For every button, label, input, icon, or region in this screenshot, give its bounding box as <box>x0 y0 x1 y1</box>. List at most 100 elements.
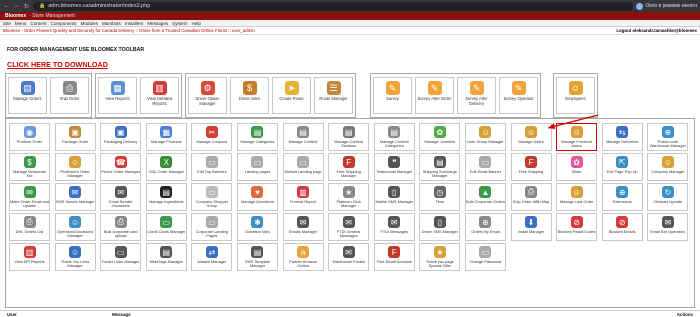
shortcut-manage-content-categories[interactable]: ▤ Manage Content Categories <box>373 123 415 151</box>
shortcut-orders-by-email[interactable]: ⊕ Orders By Email <box>464 213 506 241</box>
shortcut-manage-last-order[interactable]: ☺ Manage Last Order <box>556 183 598 211</box>
shortcut-sms-template-manager[interactable]: ▤ SMS Template Manager <box>236 243 278 271</box>
shortcut-survey-after-order[interactable]: ✎ Survey After Order <box>415 77 454 114</box>
shortcut-manage-deliveries[interactable]: ⇆ Manage Deliveries <box>601 123 643 151</box>
shortcut-company-manager[interactable]: ☺ Company Manager <box>647 153 689 181</box>
menu-item-site[interactable]: Site <box>3 20 11 26</box>
menu-item-menu[interactable]: Menu <box>15 20 27 26</box>
shortcut-manage-donations[interactable]: ♥ Manage Donations <box>236 183 278 211</box>
shortcut-bulk-corporate-card-upload[interactable]: ⎙ Bulk corporate card upload <box>100 213 142 241</box>
shortcut-driver-rates[interactable]: $ Driver rates <box>230 77 269 114</box>
shortcut-dhl-orders-list[interactable]: ⎙ DHL Orders List <box>9 213 50 241</box>
shortcut-driver-sms-manager[interactable]: ▯ Driver SMS Manager <box>419 213 461 241</box>
shortcut-sms-sender-manager[interactable]: ✉ SMS Sender Manager <box>54 183 96 211</box>
shortcut-phone-order-manager[interactable]: ☎ Phone Order Manager <box>100 153 142 181</box>
address-bar[interactable]: 🔒 adm.bloomex.ca/administrator/index2.ph… <box>33 1 633 11</box>
shortcut-time[interactable]: ◷ Time <box>419 183 461 211</box>
shortcut-employees[interactable]: ☺ Employees <box>556 77 595 114</box>
shortcut-create-route[interactable]: ➤ Create Route <box>272 77 311 114</box>
shortcut-manage-frontend-users[interactable]: ☺ Manage Frontend Users <box>556 123 598 151</box>
shortcut-user-group-manager[interactable]: ☺ User Group Manager <box>464 123 506 151</box>
shortcut-ftdi-messages[interactable]: ✉ FTDI Messages <box>373 213 415 241</box>
reload-icon[interactable]: ↻ <box>23 3 30 10</box>
shortcut-free-shipping-manager[interactable]: F Free Shipping Manager <box>328 153 370 181</box>
profile-label[interactable]: Окно в режиме инкогн <box>646 3 697 9</box>
shortcut-postal-code-warehouse-manager[interactable]: ⊕ Postal code Warehouse Manager <box>647 123 689 151</box>
shortcut-aliases-manager[interactable]: ⇄ Aliases Manager <box>191 243 233 271</box>
shortcut-view-reports[interactable]: ▦ View Reports <box>98 77 137 114</box>
shortcut-edit-top-banners[interactable]: ▭ Edit Top Banners <box>191 153 233 181</box>
shortcut-landing-pages[interactable]: ▭ Landing pages <box>236 153 278 181</box>
menu-item-installers[interactable]: Installers <box>125 20 143 26</box>
shortcut-edit-email-banner[interactable]: ▭ Edit Email Banner <box>464 153 506 181</box>
shortcut-free-shipping[interactable]: F Free Shipping <box>510 153 552 181</box>
menu-item-messages[interactable]: Messages <box>147 20 168 26</box>
shortcut-ship-order-with-map[interactable]: ⎙ Ship Order With Map <box>510 183 552 211</box>
shortcut-testimonial-manager[interactable]: ❝ Testimonial Manager <box>373 153 415 181</box>
shortcut-exit-page-pop-up[interactable]: ⇱ Exit Page Pop Up <box>601 153 643 181</box>
forward-icon[interactable]: → <box>13 3 20 9</box>
incognito-avatar-icon[interactable] <box>635 2 643 10</box>
menu-item-mambots[interactable]: Mambots <box>102 20 121 26</box>
shortcut-metatags-manager[interactable]: ▤ MetaTags Manager <box>145 243 187 271</box>
shortcut-obituary-update[interactable]: ↻ Obituary Update <box>647 183 689 211</box>
shortcut-free-email-domains[interactable]: F Free Email Domains <box>373 243 415 271</box>
shortcut-shipping-surcharge-manager[interactable]: ▤ Shipping Surcharge Manager <box>419 153 461 181</box>
shortcut-route-manager[interactable]: ☰ Route Manager <box>314 77 353 114</box>
shortcut-manage-joomfish[interactable]: ✿ Manage Joomfish <box>419 123 461 151</box>
shortcut-driver-option-manager[interactable]: ⚙ Driver Option Manager <box>188 77 227 114</box>
download-toolbar-link[interactable]: CLICK HERE TO DOWNLOAD <box>7 60 108 69</box>
shortcut-packaging-delivery[interactable]: ▣ Packaging Delivery <box>100 123 142 151</box>
shortcut-thank-you-page-special-offer[interactable]: ★ Thank you page Special Offer <box>419 243 461 271</box>
shortcut-donation-vars[interactable]: ✱ Donation Vars <box>236 213 278 241</box>
shortcut-install-manager[interactable]: ⬇ Install Manager <box>510 213 552 241</box>
shortcut-manage-content[interactable]: ▤ Manage Content <box>282 123 324 151</box>
shortcut-thank-you-links-manager[interactable]: ☺ Thank You Links Manager <box>54 243 96 271</box>
shortcut-credit-cards-manager[interactable]: ▭ Credit Cards Manager <box>145 213 187 241</box>
shortcut-survey-operator[interactable]: ✎ Survey Operator <box>499 77 538 114</box>
shortcut-email-sender-occasions[interactable]: ✉ Email Sender Occasions <box>100 183 142 211</box>
shortcut-emails-manager[interactable]: ✉ Emails Manager <box>282 213 324 241</box>
shortcut-footer-links-manager[interactable]: ▭ Footer Links Manager <box>100 243 142 271</box>
shortcut-manage-categories[interactable]: ▤ Manage Categories <box>236 123 278 151</box>
shortcut-survey-after-delivery[interactable]: ✎ Survey After Delivery <box>457 77 496 114</box>
menu-item-system[interactable]: System <box>172 20 187 26</box>
back-icon[interactable]: ← <box>3 3 10 9</box>
shortcut-manage-products[interactable]: ▦ Manage Products <box>145 123 187 151</box>
shortcut-platinum-club-manager[interactable]: ★ Platinum Club Manager <box>328 183 370 211</box>
menu-item-help[interactable]: Help <box>192 20 201 26</box>
shortcut-produce-order[interactable]: ◉ Produce Order <box>9 123 50 151</box>
menu-item-modules[interactable]: Modules <box>81 20 98 26</box>
shortcut-ship-order[interactable]: ⎙ Ship Order <box>50 77 89 114</box>
shortcut-manage-content-sections[interactable]: ▤ Manage Content Sections <box>328 123 370 151</box>
shortcut-mobile-sms-manager[interactable]: ▯ Mobile SMS Manager <box>373 183 415 211</box>
shortcut-view-detailed-reports[interactable]: ▥ View Detailed Reports <box>140 77 179 114</box>
shortcut-warehouse-emails[interactable]: ✉ Warehouse Emails <box>328 243 370 271</box>
shortcut-xml-order-manager[interactable]: X XML Order Manager <box>145 153 187 181</box>
shortcut-manage-ingredients[interactable]: ▤ Manage Ingredients <box>145 183 187 211</box>
shortcut-partner-amazon-orders[interactable]: a Partner Amazon Orders <box>282 243 324 271</box>
shortcut-extensions[interactable]: ⊕ Extensions <box>601 183 643 211</box>
shortcut-view-api-reports[interactable]: ▥ View API Reports <box>9 243 50 271</box>
shortcut-email-bot-operators[interactable]: ✉ Email Bot Operators <box>647 213 689 241</box>
shortcut-manage-users[interactable]: ☺ Manage Users <box>510 123 552 151</box>
shortcut-company-shopper-group[interactable]: ▭ Company Shopper Group <box>191 183 233 211</box>
logout-link[interactable]: Logout oleksandr.tamashko@bloomex <box>616 27 697 34</box>
shortcut-manage-orders[interactable]: ▤ Manage Orders <box>8 77 47 114</box>
shortcut-survey[interactable]: ✎ Survey <box>373 77 412 114</box>
shortcut-manage-coupons[interactable]: ✂ Manage Coupons <box>191 123 233 151</box>
shortcut-manage-virtuemart-tax[interactable]: $ Manage Virtuemart Tax <box>9 153 50 181</box>
shortcut-bulk-corporate-orders[interactable]: ▲ Bulk Corporate Orders <box>464 183 506 211</box>
shortcut-funeral-report[interactable]: ▥ Funeral Report <box>282 183 324 211</box>
shortcut-default-landing-page[interactable]: ▭ Default Landing page <box>282 153 324 181</box>
shortcut-make-order-email-and-update[interactable]: ✉ Make Order Email and Update <box>9 183 50 211</box>
shortcut-corporate-landing-pages[interactable]: ▭ Corporate Landing Pages <box>191 213 233 241</box>
shortcut-blocked-emails[interactable]: ⊘ Blocked Emails <box>601 213 643 241</box>
shortcut-slider[interactable]: ✿ Slider <box>556 153 598 181</box>
menu-item-components[interactable]: Components <box>51 20 77 26</box>
shortcut-proflowers-order-manager[interactable]: ☺ Proflowers Order Manager <box>54 153 96 181</box>
menu-item-content[interactable]: Content <box>30 20 46 26</box>
shortcut-blocked-postal-codes[interactable]: ⊘ Blocked Postal Codes <box>556 213 598 241</box>
shortcut-package-order[interactable]: ▣ Package Order <box>54 123 96 151</box>
shortcut-change-password[interactable]: ▭ Change Password <box>464 243 506 271</box>
